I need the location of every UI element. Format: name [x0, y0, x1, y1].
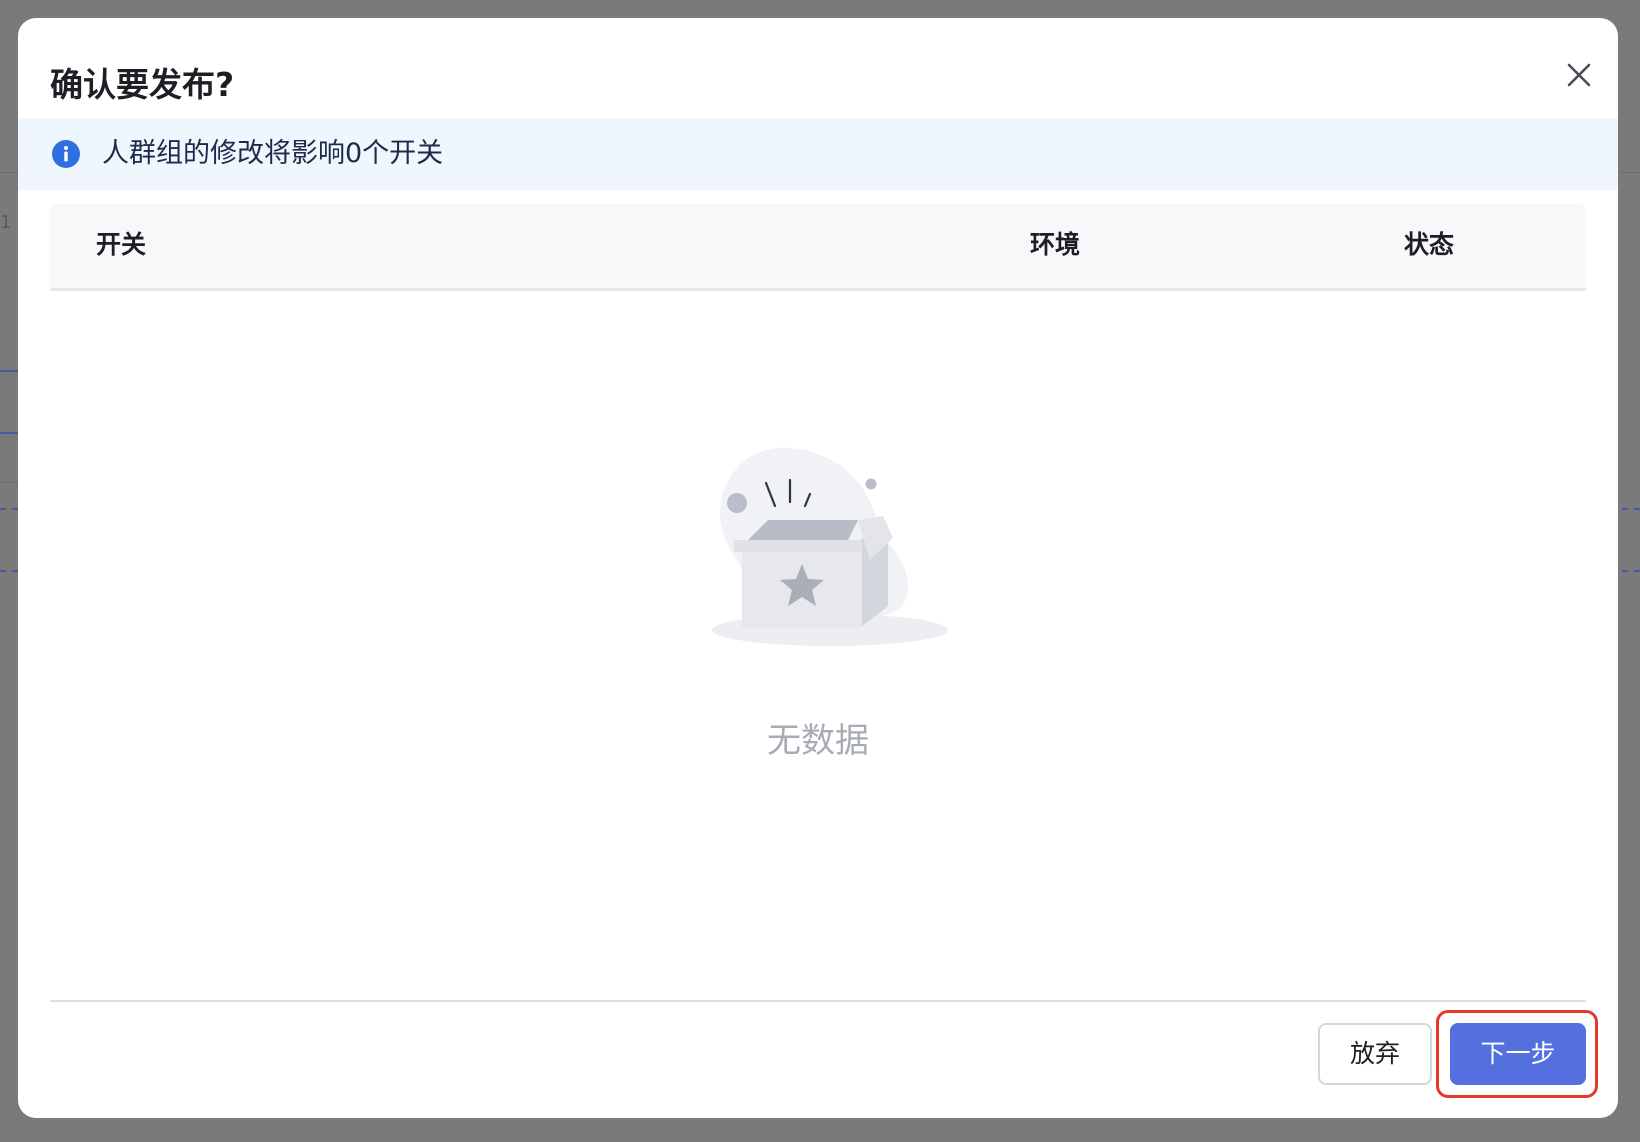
background-line	[1622, 508, 1640, 510]
column-header-status: 状态	[1404, 230, 1455, 259]
publish-confirm-dialog: 确认要发布? 人群组的修改将影响0个开关 开关 环境 状态 无数据 放弃 下一步	[18, 18, 1618, 1118]
empty-box-icon	[712, 447, 948, 646]
background-line	[1622, 570, 1640, 572]
background-divider	[0, 482, 18, 483]
dialog-title: 确认要发布?	[50, 65, 235, 104]
empty-state-text: 无数据	[767, 721, 869, 761]
background-line	[0, 508, 18, 510]
background-line	[0, 432, 18, 434]
background-divider	[1618, 172, 1640, 173]
table-header: 开关 环境 状态	[50, 204, 1586, 291]
footer-divider	[50, 1000, 1586, 1002]
discard-button[interactable]: 放弃	[1318, 1023, 1432, 1085]
background-line	[0, 570, 18, 572]
close-icon	[1567, 63, 1591, 87]
background-line	[0, 370, 18, 372]
background-divider	[0, 172, 18, 173]
column-header-switch: 开关	[96, 230, 147, 259]
info-icon	[52, 140, 80, 168]
column-header-environment: 环境	[1030, 230, 1081, 259]
next-step-button[interactable]: 下一步	[1450, 1023, 1586, 1085]
background-row-number: 1	[0, 212, 12, 233]
info-alert: 人群组的修改将影响0个开关	[18, 118, 1618, 190]
alert-message: 人群组的修改将影响0个开关	[102, 138, 444, 169]
close-button[interactable]	[1558, 54, 1600, 96]
